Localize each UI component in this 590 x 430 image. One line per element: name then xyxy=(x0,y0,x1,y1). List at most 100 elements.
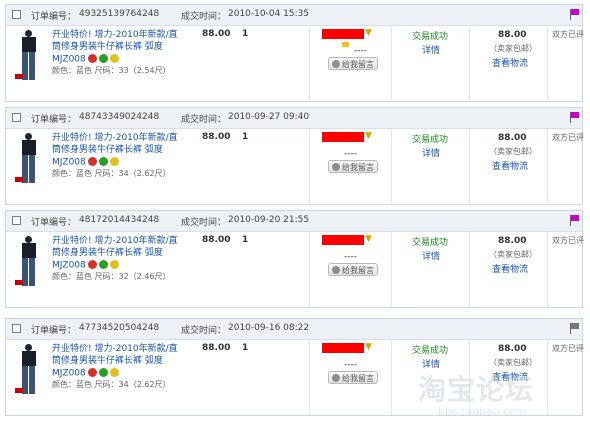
flag-icon[interactable] xyxy=(570,215,580,226)
filter-icon[interactable]: ▼ xyxy=(365,131,372,141)
credit-icon xyxy=(109,368,119,377)
product-thumbnail[interactable] xyxy=(15,133,43,185)
product-thumbnail[interactable] xyxy=(15,344,43,396)
leave-message-button[interactable]: 给我留言 xyxy=(328,263,378,276)
view-logistics-link[interactable]: 查看物流 xyxy=(492,56,528,69)
deal-time-label: 成交时间： xyxy=(181,115,227,125)
guarantee-icon xyxy=(87,54,97,63)
guarantee-icon xyxy=(87,368,97,377)
filter-icon[interactable]: ▼ xyxy=(365,28,372,38)
guarantee-icon xyxy=(87,260,97,269)
order-no-label: 订单编号： xyxy=(31,12,77,22)
column-divider xyxy=(391,339,392,415)
review-status: 双方已评 xyxy=(552,236,584,245)
forum-watermark: 淘宝论坛 bbs.taobao.com xyxy=(418,368,583,424)
trade-status: 交易成功 xyxy=(412,346,449,356)
filter-icon[interactable]: ▼ xyxy=(365,234,372,244)
deal-time-label: 成交时间： xyxy=(181,218,227,228)
trade-status: 交易成功 xyxy=(412,135,449,145)
flag-icon[interactable] xyxy=(570,9,580,20)
leave-message-label: 给我留言 xyxy=(342,266,374,275)
seven-day-return-icon xyxy=(98,54,108,63)
shipping-note: （卖家包邮） xyxy=(489,147,537,156)
unit-price: 88.00 xyxy=(202,29,231,39)
order-number: 48743349024248 xyxy=(79,112,160,122)
trade-status: 交易成功 xyxy=(412,238,449,248)
order-card: 订单编号： 48172014434248 成交时间： 2010-09-20 21… xyxy=(5,210,584,308)
column-divider xyxy=(469,128,470,204)
total-price: 88.00 xyxy=(498,30,527,40)
service-icons xyxy=(86,367,119,379)
order-card: 订单编号： 48743349024248 成交时间： 2010-09-27 09… xyxy=(5,107,584,205)
column-divider xyxy=(469,25,470,101)
unit-price: 88.00 xyxy=(202,235,231,245)
product-title-link[interactable]: 开业特价! 增力-2010年新款/直筒修身男装牛仔裤长裤 弧度MJZ008 xyxy=(52,29,180,66)
seller-dash: ---- xyxy=(354,46,367,56)
order-number: 48172014434248 xyxy=(79,215,160,225)
detail-link[interactable]: 详情 xyxy=(422,249,440,262)
order-header: 订单编号： 47734520504248 成交时间： 2010-09-16 08… xyxy=(6,319,582,340)
product-title-link[interactable]: 开业特价! 增力-2010年新款/直筒修身男装牛仔裤长裤 弧度MJZ008 xyxy=(52,343,180,380)
flag-icon[interactable] xyxy=(570,112,580,123)
order-number: 49325139764248 xyxy=(79,9,160,19)
order-checkbox[interactable] xyxy=(12,324,21,333)
unit-price: 88.00 xyxy=(202,132,231,142)
chat-icon[interactable] xyxy=(342,42,349,47)
leave-message-button[interactable]: 给我留言 xyxy=(328,160,378,173)
review-status: 双方已评 xyxy=(552,30,584,39)
leave-message-button[interactable]: 给我留言 xyxy=(328,371,378,384)
column-divider xyxy=(391,25,392,101)
product-title-link[interactable]: 开业特价! 增力-2010年新款/直筒修身男装牛仔裤长裤 弧度MJZ008 xyxy=(52,132,180,169)
message-icon xyxy=(332,60,340,68)
product-title-link[interactable]: 开业特价! 增力-2010年新款/直筒修身男装牛仔裤长裤 弧度MJZ008 xyxy=(52,235,180,272)
product-attributes: 颜色：蓝色 尺码：32（2.46尺） xyxy=(52,272,171,281)
quantity: 1 xyxy=(242,132,249,142)
product-attributes: 颜色：蓝色 尺码：34（2.62尺） xyxy=(52,169,171,178)
order-checkbox[interactable] xyxy=(12,10,21,19)
product-thumbnail[interactable] xyxy=(15,236,43,288)
order-header: 订单编号： 48172014434248 成交时间： 2010-09-20 21… xyxy=(6,211,582,232)
column-divider xyxy=(547,231,548,307)
order-no-label: 订单编号： xyxy=(31,326,77,336)
seven-day-return-icon xyxy=(98,157,108,166)
detail-link[interactable]: 详情 xyxy=(422,146,440,159)
shipping-note: （卖家包邮） xyxy=(489,250,537,259)
order-checkbox[interactable] xyxy=(12,216,21,225)
review-status: 双方已评 xyxy=(552,344,584,353)
view-logistics-link[interactable]: 查看物流 xyxy=(492,262,528,275)
credit-icon xyxy=(109,157,119,166)
review-status: 双方已评 xyxy=(552,133,584,142)
seven-day-return-icon xyxy=(98,368,108,377)
message-icon xyxy=(332,374,340,382)
deal-time: 2010-09-27 09:40 xyxy=(228,112,310,122)
seller-dash: ---- xyxy=(344,149,357,159)
detail-link[interactable]: 详情 xyxy=(422,43,440,56)
column-divider xyxy=(309,25,310,101)
credit-icon xyxy=(109,54,119,63)
deal-time: 2010-10-04 15:35 xyxy=(228,9,310,19)
view-logistics-link[interactable]: 查看物流 xyxy=(492,159,528,172)
leave-message-button[interactable]: 给我留言 xyxy=(328,57,378,70)
order-header: 订单编号： 48743349024248 成交时间： 2010-09-27 09… xyxy=(6,108,582,129)
order-checkbox[interactable] xyxy=(12,113,21,122)
redacted-seller-name xyxy=(322,132,364,142)
leave-message-label: 给我留言 xyxy=(342,374,374,383)
column-divider xyxy=(547,128,548,204)
quantity: 1 xyxy=(242,343,249,353)
filter-icon[interactable]: ▼ xyxy=(365,342,372,352)
column-divider xyxy=(309,231,310,307)
order-no-label: 订单编号： xyxy=(31,115,77,125)
redacted-seller-name xyxy=(322,29,364,39)
column-divider xyxy=(469,231,470,307)
product-thumbnail[interactable] xyxy=(15,30,43,82)
quantity: 1 xyxy=(242,235,249,245)
total-price: 88.00 xyxy=(498,344,527,354)
column-divider xyxy=(309,339,310,415)
watermark-text: 淘宝论坛 xyxy=(418,373,535,406)
message-icon xyxy=(332,163,340,171)
service-icons xyxy=(86,53,119,65)
flag-icon[interactable] xyxy=(570,323,580,334)
column-divider xyxy=(309,128,310,204)
order-no-label: 订单编号： xyxy=(31,218,77,228)
shipping-note: （卖家包邮） xyxy=(489,44,537,53)
